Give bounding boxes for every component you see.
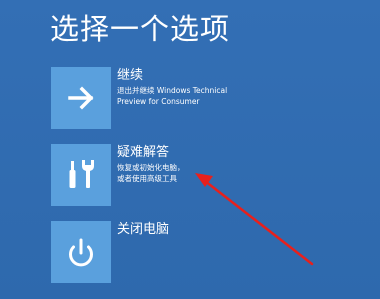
recovery-screen: 选择一个选项 继续 退出并继续 Windows Technical Previe… — [0, 0, 380, 299]
annotation-arrow — [195, 173, 314, 266]
